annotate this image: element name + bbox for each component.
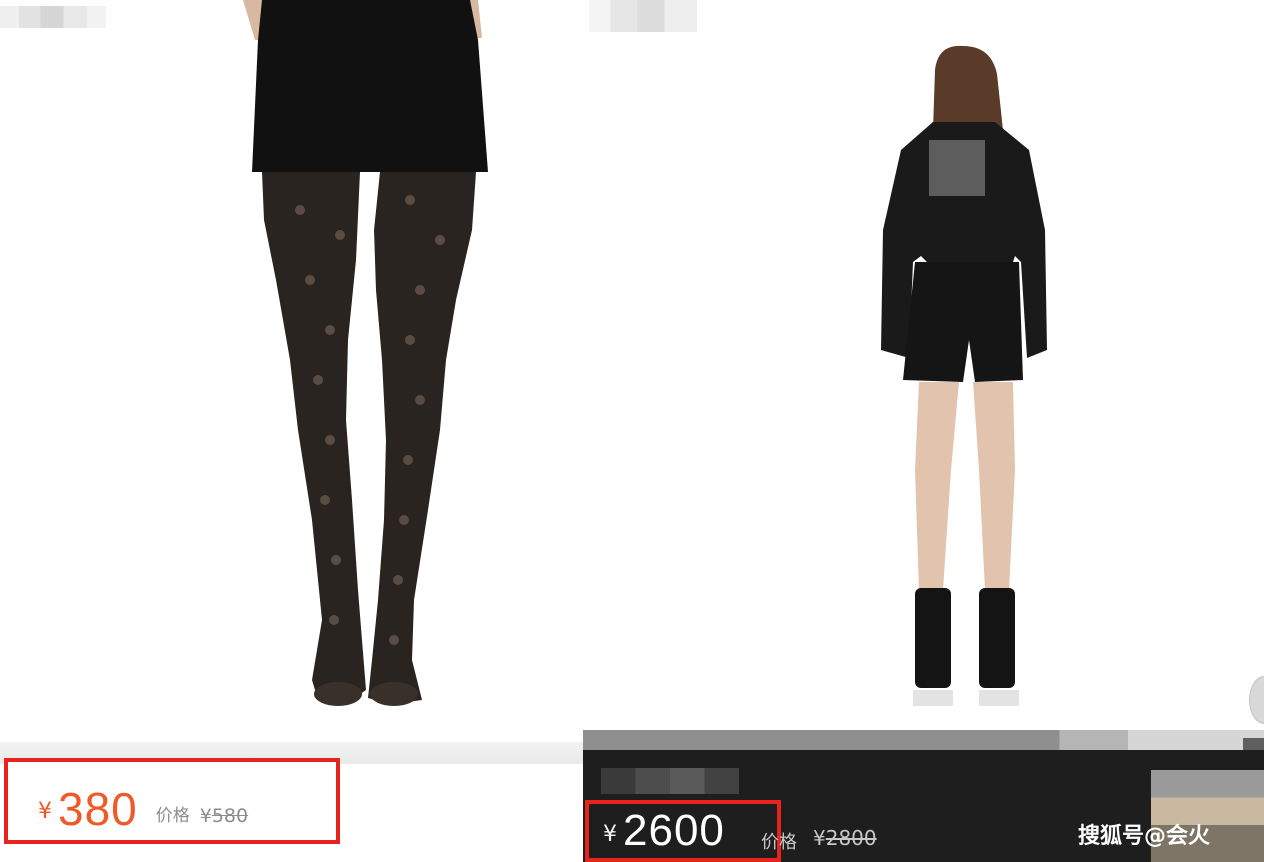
left-product-card[interactable]: ¥ 380 价格 ¥580 — [0, 0, 583, 862]
original-currency: ¥ — [199, 805, 212, 827]
right-product-card[interactable]: ¥ 2600 价格 ¥2800 搜狐号@会火 — [583, 0, 1264, 862]
blurred-badge — [1243, 738, 1264, 750]
product-image-leather-outfit[interactable] — [583, 0, 1264, 730]
original-price: ¥2800 — [813, 826, 877, 850]
original-price: ¥580 — [200, 805, 248, 827]
sale-price: 2600 — [623, 806, 725, 855]
product-image-tights[interactable] — [0, 0, 583, 742]
price-highlight-box: ¥ 2600 — [585, 800, 781, 862]
blurred-shop-name — [601, 768, 739, 794]
original-amount: 2800 — [825, 826, 877, 850]
source-watermark: 搜狐号@会火 — [1078, 824, 1211, 849]
currency-symbol: ¥ — [38, 799, 52, 824]
currency-symbol: ¥ — [603, 821, 617, 847]
price-label: 价格 — [155, 806, 190, 826]
price-label: 价格 — [761, 832, 797, 853]
price-highlight-box: ¥ 380 价格 ¥580 — [4, 758, 340, 844]
original-currency: ¥ — [813, 826, 826, 850]
sale-price: 380 — [58, 783, 138, 835]
original-amount: 580 — [211, 805, 249, 827]
info-bar — [583, 730, 1264, 750]
